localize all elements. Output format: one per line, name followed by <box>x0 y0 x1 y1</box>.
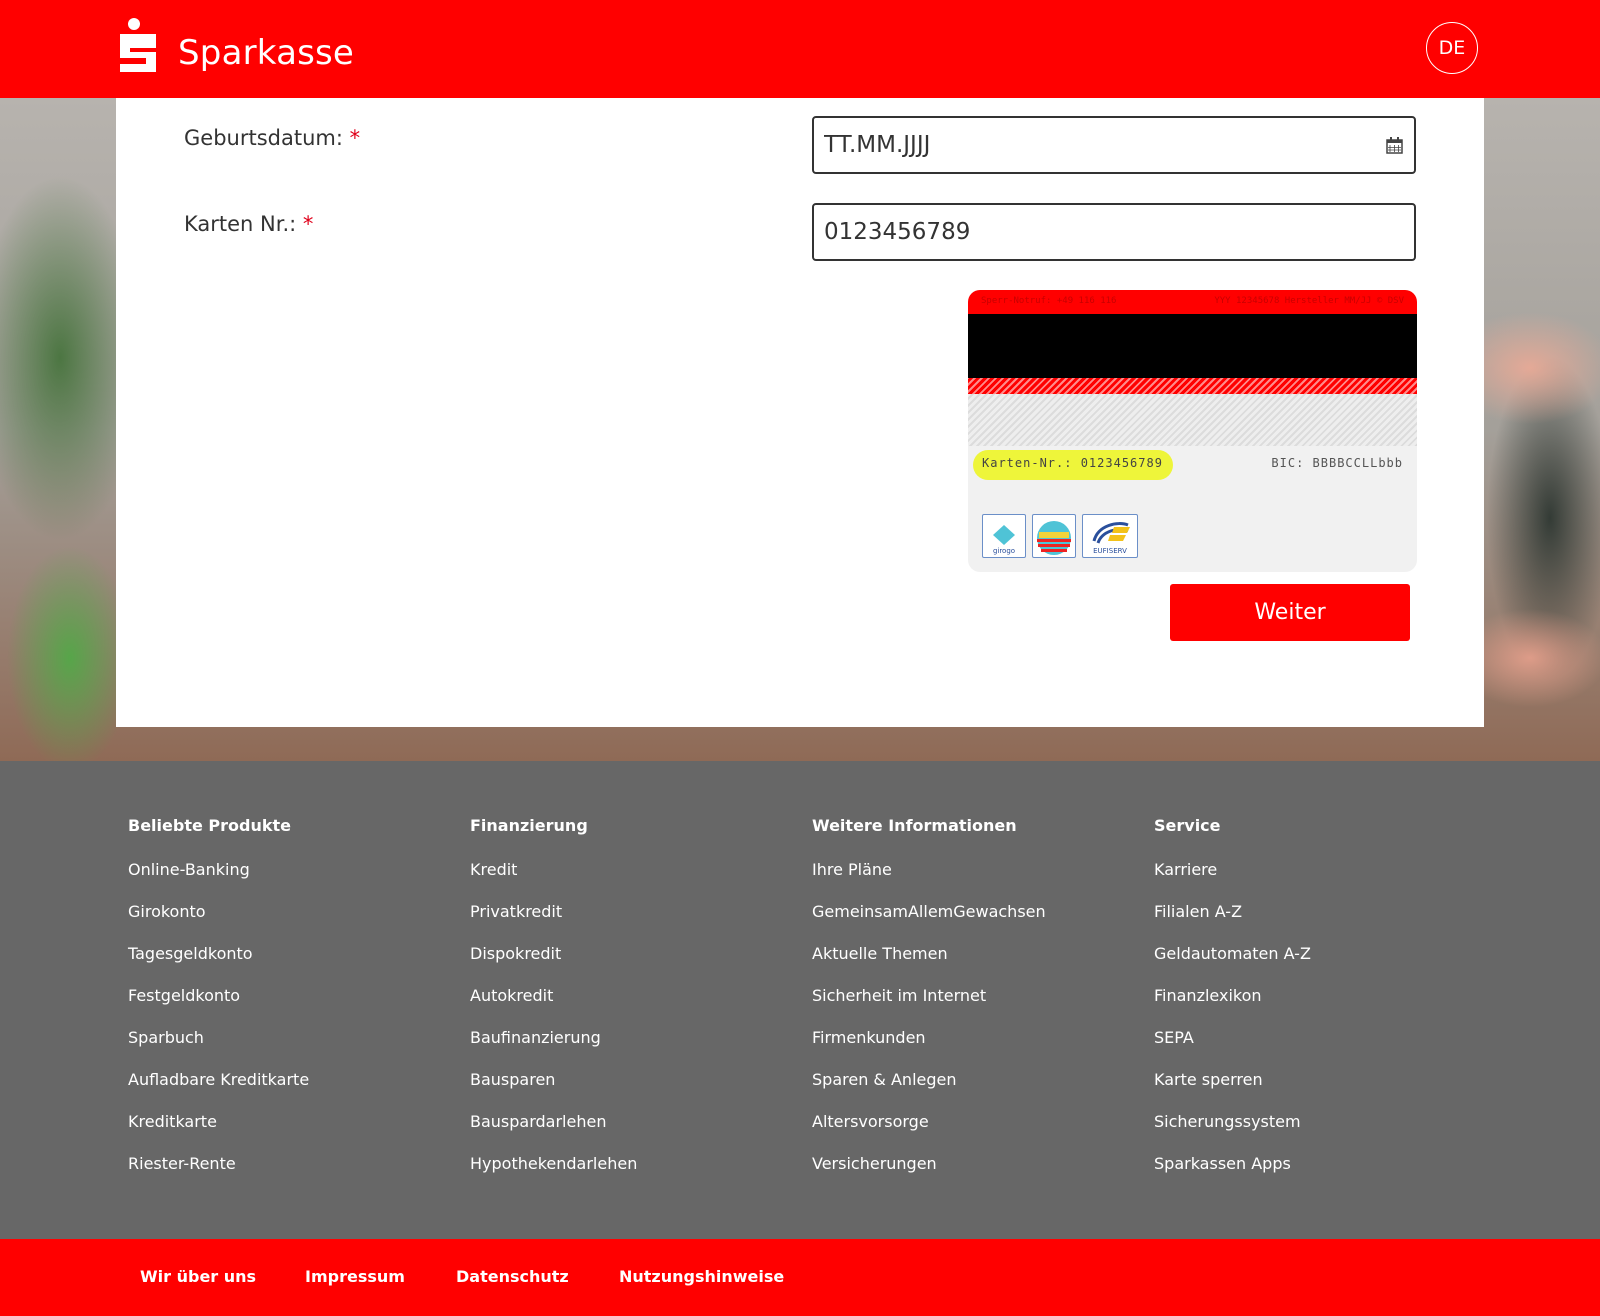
footer-link[interactable]: Geldautomaten A-Z <box>1154 944 1311 986</box>
footer-link[interactable]: Hypothekendarlehen <box>470 1154 637 1196</box>
footer-link[interactable]: Sicherungssystem <box>1154 1112 1311 1154</box>
required-mark: * <box>302 212 314 236</box>
footer-link[interactable]: Karte sperren <box>1154 1070 1311 1112</box>
footer-link[interactable]: Kreditkarte <box>128 1112 309 1154</box>
signature-panel <box>968 394 1417 446</box>
continue-button[interactable]: Weiter <box>1170 584 1410 641</box>
footer-links: Beliebte Produkte Online-Banking Girokon… <box>0 761 1600 1239</box>
footer-link[interactable]: Karriere <box>1154 860 1311 902</box>
footer-link[interactable]: Aufladbare Kreditkarte <box>128 1070 309 1112</box>
footer-column-title: Finanzierung <box>470 816 588 835</box>
birthdate-input[interactable] <box>812 116 1416 174</box>
footer-link[interactable]: Versicherungen <box>812 1154 1046 1196</box>
manufacturer-text: YYY 12345678 Hersteller MM/JJ © DSV <box>1214 296 1404 306</box>
calendar-icon[interactable] <box>1386 137 1403 154</box>
footer-link[interactable]: Ihre Pläne <box>812 860 1046 902</box>
footer-link[interactable]: Tagesgeldkonto <box>128 944 309 986</box>
footer-link[interactable]: Altersvorsorge <box>812 1112 1046 1154</box>
language-button[interactable]: DE <box>1426 22 1478 74</box>
bottom-bar: Wir über uns Impressum Datenschutz Nutzu… <box>0 1239 1600 1316</box>
girogo-logo-icon: girogo <box>982 514 1026 558</box>
footer-link[interactable]: Online-Banking <box>128 860 309 902</box>
footer-link[interactable]: Kredit <box>470 860 637 902</box>
footer-column-service: Service Karriere Filialen A-Z Geldautoma… <box>1154 816 1311 1196</box>
footer-link[interactable]: Festgeldkonto <box>128 986 309 1028</box>
terms-link[interactable]: Nutzungshinweise <box>619 1267 784 1286</box>
footer-link[interactable]: Baufinanzierung <box>470 1028 637 1070</box>
footer-link[interactable]: Sicherheit im Internet <box>812 986 1046 1028</box>
footer-link[interactable]: SEPA <box>1154 1028 1311 1070</box>
footer-link[interactable]: Dispokredit <box>470 944 637 986</box>
sparkasse-s-icon <box>116 18 160 74</box>
footer-link[interactable]: Sparen & Anlegen <box>812 1070 1046 1112</box>
footer-link[interactable]: Firmenkunden <box>812 1028 1046 1070</box>
geldkarte-logo-icon <box>1032 514 1076 558</box>
card-header-strip: Sperr-Notruf: +49 116 116 YYY 12345678 H… <box>968 290 1417 314</box>
card-number-input[interactable] <box>812 203 1416 261</box>
footer-column-title: Service <box>1154 816 1221 835</box>
magnetic-stripe <box>968 314 1417 378</box>
footer-link[interactable]: Bausparen <box>470 1070 637 1112</box>
footer-link[interactable]: Filialen A-Z <box>1154 902 1311 944</box>
birthdate-label: Geburtsdatum: * <box>184 126 360 150</box>
footer-link[interactable]: Finanzlexikon <box>1154 986 1311 1028</box>
girogo-label: girogo <box>992 547 1016 555</box>
emergency-number-text: Sperr-Notruf: +49 116 116 <box>981 296 1117 306</box>
eufiserv-label: EUFISERV <box>1093 547 1127 555</box>
footer-link[interactable]: Sparkassen Apps <box>1154 1154 1311 1196</box>
birthdate-label-text: Geburtsdatum: <box>184 126 343 150</box>
footer-link[interactable]: GemeinsamAllemGewachsen <box>812 902 1046 944</box>
footer-link[interactable]: Autokredit <box>470 986 637 1028</box>
brand-name: Sparkasse <box>178 33 355 73</box>
footer-column-information: Weitere Informationen Ihre Pläne Gemeins… <box>812 816 1046 1196</box>
privacy-link[interactable]: Datenschutz <box>456 1267 569 1286</box>
eufiserv-logo-icon: EUFISERV <box>1082 514 1138 558</box>
footer-link[interactable]: Aktuelle Themen <box>812 944 1046 986</box>
footer-column-title: Weitere Informationen <box>812 816 1017 835</box>
footer-link[interactable]: Riester-Rente <box>128 1154 309 1196</box>
card-number-text: Karten-Nr.: 0123456789 <box>982 456 1163 470</box>
footer-link[interactable]: Privatkredit <box>470 902 637 944</box>
footer-column-financing: Finanzierung Kredit Privatkredit Dispokr… <box>470 816 637 1196</box>
card-number-label-text: Karten Nr.: <box>184 212 297 236</box>
bic-text: BIC: BBBBCCLLbbb <box>1271 456 1403 470</box>
hatched-band <box>968 378 1417 394</box>
footer-column-title: Beliebte Produkte <box>128 816 291 835</box>
imprint-link[interactable]: Impressum <box>305 1267 405 1286</box>
sparkasse-logo[interactable]: Sparkasse <box>116 18 354 74</box>
footer-link[interactable]: Bauspardarlehen <box>470 1112 637 1154</box>
header: Sparkasse DE <box>0 0 1600 98</box>
footer-column-products: Beliebte Produkte Online-Banking Girokon… <box>128 816 309 1196</box>
required-mark: * <box>349 126 361 150</box>
footer-link[interactable]: Sparbuch <box>128 1028 309 1070</box>
card-back-illustration: Sperr-Notruf: +49 116 116 YYY 12345678 H… <box>968 290 1417 572</box>
about-us-link[interactable]: Wir über uns <box>140 1267 256 1286</box>
footer-link[interactable]: Girokonto <box>128 902 309 944</box>
card-number-label: Karten Nr.: * <box>184 212 313 236</box>
